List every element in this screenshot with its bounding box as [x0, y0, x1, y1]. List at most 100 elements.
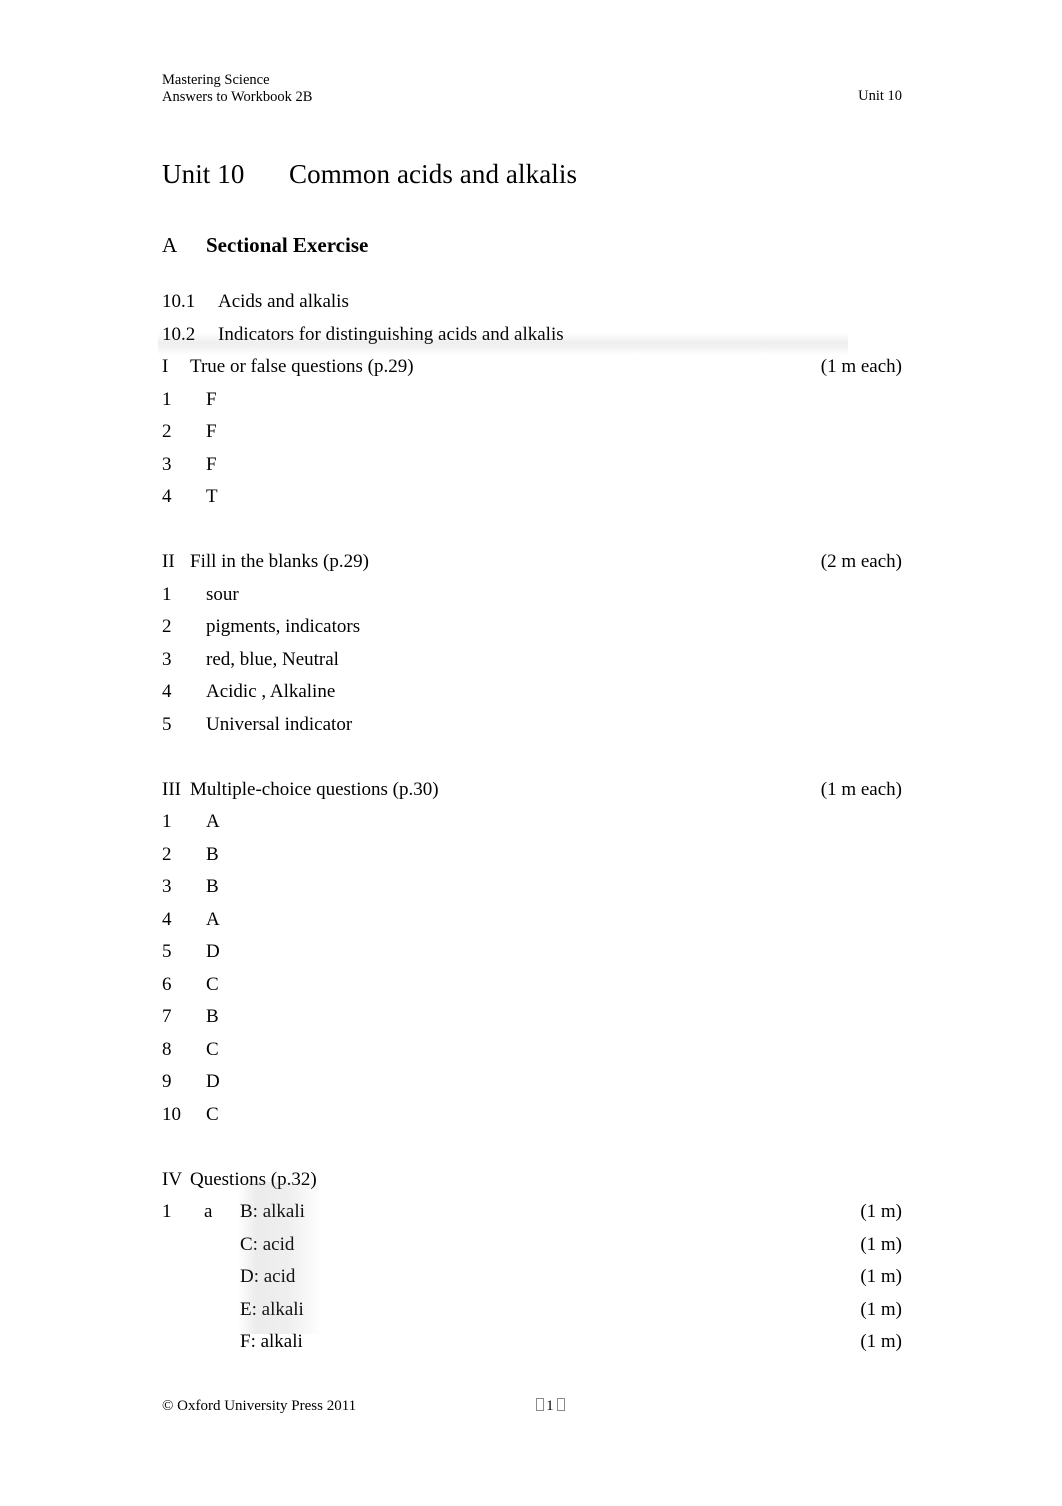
- answer-value: C: [206, 1103, 219, 1125]
- answer-value: Universal indicator: [206, 713, 353, 735]
- answer-number: 10: [162, 1103, 181, 1125]
- question-number: 1: [162, 1201, 172, 1222]
- answer-number: 2: [162, 421, 172, 442]
- answer-number: 4: [162, 908, 172, 930]
- section-heading-name: Sectional Exercise: [206, 233, 369, 257]
- running-header: Mastering Science Answers to Workbook 2B…: [162, 72, 902, 106]
- subsection-item: 10.2 Indicators for distinguishing acids…: [162, 319, 902, 352]
- question-marks: (1 m): [860, 1298, 902, 1320]
- answer-list-ii: 1 sour 2 pigments, indicators 3 red, blu…: [162, 579, 902, 742]
- page-title-number: Unit 10: [162, 159, 245, 189]
- page-number-value: 1: [546, 1398, 555, 1414]
- answer-number: 1: [162, 811, 172, 832]
- answer-row: 2 B: [162, 839, 902, 872]
- missing-glyph-icon: [536, 1398, 545, 1411]
- part-heading-i: I True or false questions (p.29) (1 m ea…: [162, 351, 902, 384]
- answer-number: 1: [162, 388, 172, 410]
- question-row: F: alkali (1 m): [162, 1326, 902, 1359]
- answer-number: 5: [162, 941, 172, 962]
- answer-row: 7 B: [162, 1001, 902, 1034]
- answer-row: 5 Universal indicator: [162, 709, 902, 742]
- part-heading-iii: III Multiple-choice questions (p.30) (1 …: [162, 774, 902, 807]
- answer-value: C: [206, 1038, 219, 1060]
- section-heading-letter: A: [162, 233, 178, 257]
- page-title: Unit 10 Common acids and alkalis: [162, 158, 902, 191]
- question-number: [162, 1326, 204, 1359]
- part-title: Fill in the blanks (p.29): [190, 551, 369, 572]
- question-sub-letter: [204, 1294, 240, 1327]
- subsection-label: Indicators for distinguishing acids and …: [218, 323, 564, 345]
- part-heading-iv: IV Questions (p.32): [162, 1164, 902, 1197]
- question-marks: (1 m): [860, 1266, 902, 1287]
- subsection-item: 10.1 Acids and alkalis: [162, 286, 902, 319]
- question-answer: C: acid: [240, 1233, 295, 1255]
- answer-value: F: [206, 453, 217, 475]
- answer-value: A: [206, 908, 220, 930]
- answer-list-i: 1 F 2 F 3 F 4 T: [162, 384, 902, 514]
- answer-list-iii: 1 A 2 B 3 B 4 A 5 D 6 C 7 B 8 C 9 D 10 C: [162, 806, 902, 1131]
- question-answer: B: alkali: [240, 1201, 305, 1222]
- document-body: Unit 10 Common acids and alkalis A Secti…: [162, 158, 902, 1359]
- section-heading: A Sectional Exercise: [162, 232, 902, 258]
- question-sub-letter: a: [204, 1201, 213, 1222]
- part-roman-numeral: II: [162, 551, 175, 572]
- question-number: [162, 1261, 204, 1294]
- answer-row: 1 sour: [162, 579, 902, 612]
- question-row: E: alkali (1 m): [162, 1294, 902, 1327]
- answer-row: 2 F: [162, 416, 902, 449]
- answer-value: C: [206, 973, 219, 995]
- answer-row: 3 B: [162, 871, 902, 904]
- part-marks: (1 m each): [820, 356, 902, 377]
- answer-number: 8: [162, 1038, 172, 1060]
- answer-row: 10 C: [162, 1099, 902, 1132]
- question-marks: (1 m): [860, 1331, 902, 1352]
- document-page: Mastering Science Answers to Workbook 2B…: [0, 0, 1062, 1506]
- answer-number: 7: [162, 1006, 172, 1027]
- answer-number: 2: [162, 616, 172, 637]
- subsection-list: 10.1 Acids and alkalis 10.2 Indicators f…: [162, 286, 902, 351]
- header-line-2: Answers to Workbook 2B: [162, 89, 313, 105]
- question-number: [162, 1294, 204, 1327]
- page-number: 1: [534, 1397, 567, 1416]
- answer-row: 1 A: [162, 806, 902, 839]
- answer-row: 5 D: [162, 936, 902, 969]
- answer-row: 6 C: [162, 969, 902, 1002]
- answer-value: B: [206, 876, 219, 897]
- answer-row: 8 C: [162, 1034, 902, 1067]
- question-sub-letter: [204, 1229, 240, 1262]
- missing-glyph-icon: [556, 1398, 565, 1411]
- header-line-1: Mastering Science: [162, 72, 270, 88]
- question-answer: D: acid: [240, 1266, 296, 1287]
- part-title: Questions (p.32): [190, 1168, 317, 1190]
- subsection-label: Acids and alkalis: [218, 291, 349, 312]
- answer-number: 1: [162, 583, 172, 605]
- part-roman-numeral: I: [162, 356, 169, 377]
- part-marks: (2 m each): [820, 551, 902, 572]
- part-roman-numeral: IV: [162, 1168, 183, 1190]
- part-roman-numeral: III: [162, 778, 181, 800]
- answer-value: D: [206, 1071, 220, 1092]
- question-number: [162, 1229, 204, 1262]
- answer-number: 9: [162, 1071, 172, 1092]
- question-answer: E: alkali: [240, 1298, 304, 1320]
- answer-row: 4 T: [162, 481, 902, 514]
- question-answer: F: alkali: [240, 1331, 303, 1352]
- answer-row: 1 F: [162, 384, 902, 417]
- answer-value: T: [206, 486, 218, 507]
- header-unit-label: Unit 10: [858, 88, 902, 104]
- answer-row: 9 D: [162, 1066, 902, 1099]
- answer-value: Acidic , Alkaline: [206, 681, 336, 702]
- answer-row: 2 pigments, indicators: [162, 611, 902, 644]
- answer-number: 2: [162, 843, 172, 865]
- answer-row: 3 red, blue, Neutral: [162, 644, 902, 677]
- page-footer: © Oxford University Press 2011 1: [162, 1397, 902, 1416]
- part-title: True or false questions (p.29): [190, 356, 414, 377]
- answer-value: pigments, indicators: [206, 616, 361, 637]
- answer-value: F: [206, 388, 217, 410]
- part-marks: (1 m each): [820, 778, 902, 800]
- answer-number: 4: [162, 486, 172, 507]
- answer-value: A: [206, 811, 220, 832]
